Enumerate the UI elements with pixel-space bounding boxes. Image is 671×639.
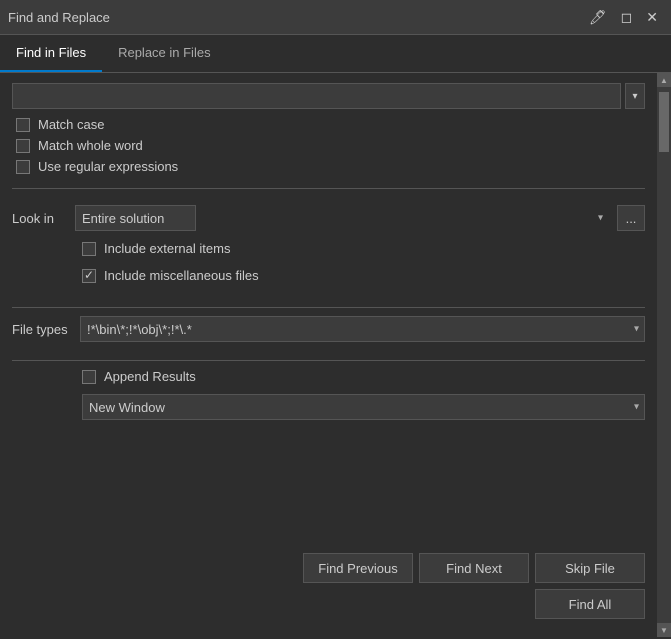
find-all-button[interactable]: Find All: [535, 589, 645, 619]
look-in-row: Look in Entire solution Current Project …: [12, 205, 645, 231]
button-row-2: Find All: [12, 589, 645, 619]
look-in-label: Look in: [12, 211, 67, 226]
skip-file-button[interactable]: Skip File: [535, 553, 645, 583]
button-row-1: Find Previous Find Next Skip File: [12, 553, 645, 583]
match-whole-word-checkbox[interactable]: [16, 139, 30, 153]
search-input-row: ▾: [12, 83, 645, 109]
include-misc-label[interactable]: Include miscellaneous files: [104, 268, 259, 283]
match-case-checkbox[interactable]: [16, 118, 30, 132]
restore-button[interactable]: ◻: [616, 8, 638, 26]
match-case-row: Match case: [12, 117, 645, 132]
title-bar: Find and Replace 🖊 ◻ ✕: [0, 0, 671, 35]
include-section: Include external items Include miscellan…: [12, 241, 645, 289]
match-whole-word-label[interactable]: Match whole word: [38, 138, 143, 153]
match-case-label[interactable]: Match case: [38, 117, 104, 132]
form-area: ▾ Match case Match whole word Use regula…: [0, 73, 657, 637]
close-button[interactable]: ✕: [641, 8, 663, 26]
include-external-checkbox[interactable]: [82, 242, 96, 256]
find-next-button[interactable]: Find Next: [419, 553, 529, 583]
append-results-label[interactable]: Append Results: [104, 369, 196, 384]
use-regex-label[interactable]: Use regular expressions: [38, 159, 178, 174]
include-misc-checkbox[interactable]: [82, 269, 96, 283]
tabs-container: Find in Files Replace in Files: [0, 35, 671, 73]
title-bar-text: Find and Replace: [8, 10, 110, 25]
window-select-wrapper: New Window Current Window: [82, 394, 645, 420]
search-input[interactable]: [12, 83, 621, 109]
scroll-track: [657, 87, 671, 623]
separator-2: [12, 307, 645, 308]
include-external-label[interactable]: Include external items: [104, 241, 230, 256]
scrollbar: ▲ ▼: [657, 73, 671, 637]
search-dropdown-button[interactable]: ▾: [625, 83, 645, 109]
separator-3: [12, 360, 645, 361]
file-types-label: File types: [12, 322, 72, 337]
include-external-row: Include external items: [82, 241, 645, 256]
file-types-select-wrapper: [80, 316, 645, 342]
look-in-select-wrapper: Entire solution Current Project Current …: [75, 205, 609, 231]
include-misc-row: Include miscellaneous files: [82, 268, 645, 283]
scroll-up-arrow[interactable]: ▲: [657, 73, 671, 87]
look-in-select[interactable]: Entire solution Current Project Current …: [75, 205, 196, 231]
pin-button[interactable]: 🖊: [584, 8, 612, 26]
scroll-thumb[interactable]: [659, 92, 669, 152]
browse-button[interactable]: ...: [617, 205, 645, 231]
match-whole-word-row: Match whole word: [12, 138, 645, 153]
window-row: New Window Current Window: [12, 394, 645, 420]
window-select[interactable]: New Window Current Window: [82, 394, 645, 420]
use-regex-row: Use regular expressions: [12, 159, 645, 174]
separator-1: [12, 188, 645, 189]
append-results-row: Append Results: [12, 369, 645, 384]
use-regex-checkbox[interactable]: [16, 160, 30, 174]
title-bar-controls: 🖊 ◻ ✕: [584, 8, 663, 26]
main-content: ▾ Match case Match whole word Use regula…: [0, 73, 671, 637]
file-types-row: File types: [12, 316, 645, 342]
tab-find-in-files[interactable]: Find in Files: [0, 35, 102, 72]
tab-replace-in-files[interactable]: Replace in Files: [102, 35, 227, 72]
append-results-checkbox[interactable]: [82, 370, 96, 384]
find-previous-button[interactable]: Find Previous: [303, 553, 413, 583]
scroll-down-arrow[interactable]: ▼: [657, 623, 671, 637]
file-types-input[interactable]: [80, 316, 645, 342]
